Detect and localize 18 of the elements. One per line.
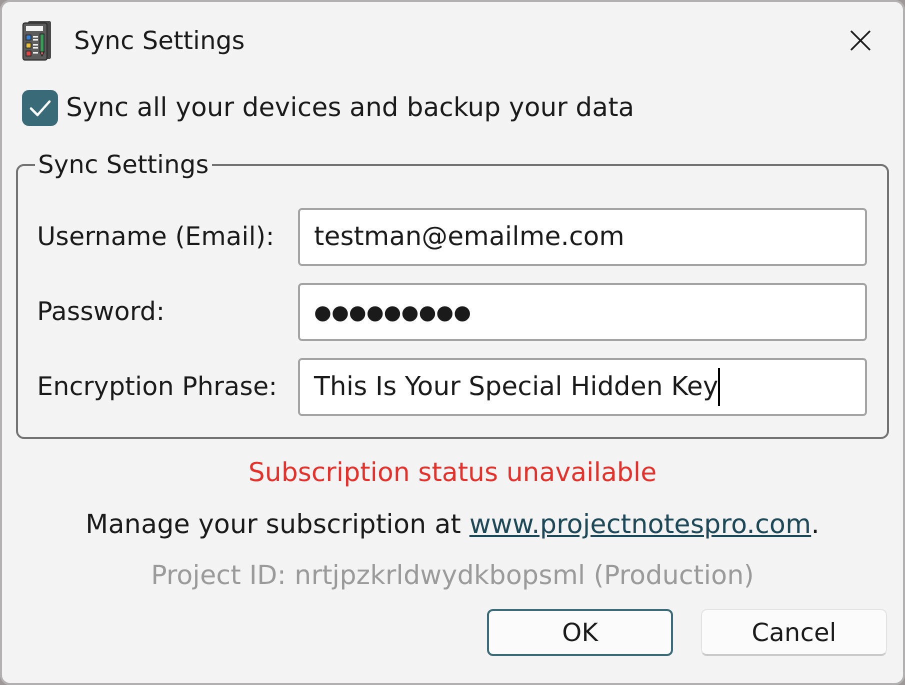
field-label: Username (Email): (37, 222, 274, 252)
checklist-document-icon (22, 19, 52, 61)
manage-subscription-text: Manage your subscription at www.projectnotespro.com. (86, 509, 820, 542)
field-label: Encryption Phrase: (37, 372, 278, 402)
sync-checkbox[interactable] (22, 90, 58, 126)
project-id-text: Project ID: nrtjpzkrldwydkbopsml (Production) (150, 560, 754, 593)
status-message: Subscription status unavailable (248, 457, 657, 490)
text-field[interactable]: This Is Your Special Hidden Key (298, 358, 867, 416)
field-label: Password: (37, 297, 165, 327)
close-icon[interactable] (850, 30, 871, 50)
window-title: Sync Settings (74, 26, 245, 54)
website-link[interactable]: www.projectnotespro.com (469, 510, 812, 540)
sync-checkbox-label: Sync all your devices and backup your data (66, 93, 634, 123)
cancel-button[interactable]: Cancel (701, 609, 887, 656)
ok-button[interactable]: OK (487, 609, 673, 656)
group-title: Sync Settings (37, 150, 210, 180)
text-field[interactable]: testman@emailme.com (298, 208, 867, 266)
password-field[interactable]: ●●●●●●●●● (298, 283, 867, 341)
